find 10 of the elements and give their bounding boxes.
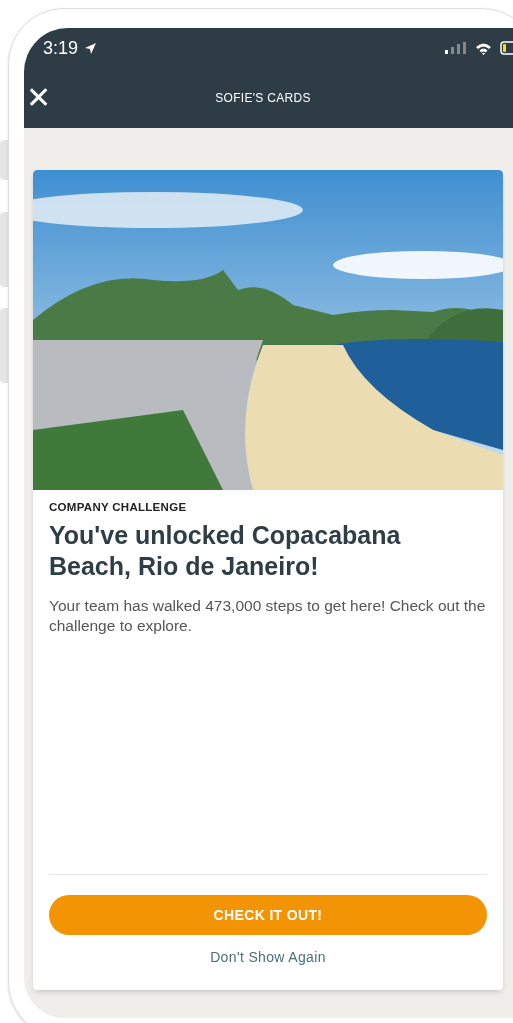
close-icon[interactable]: ✕ bbox=[26, 83, 51, 113]
location-arrow-icon bbox=[84, 41, 98, 55]
card-title: You've unlocked Copacabana Beach, Rio de Janeiro! bbox=[49, 520, 402, 583]
category-label: COMPANY CHALLENGE bbox=[49, 500, 188, 515]
card-description: Your team has walked 473,000 steps to get here! Check out the challenge to explore. bbox=[49, 596, 487, 637]
header-title: SOFIE'S CARDS bbox=[215, 90, 312, 107]
wifi-icon bbox=[475, 41, 492, 55]
dont-show-again-link[interactable]: Don't Show Again bbox=[210, 947, 326, 968]
signal-icon bbox=[445, 42, 467, 54]
status-time: 3:19 bbox=[43, 36, 79, 60]
